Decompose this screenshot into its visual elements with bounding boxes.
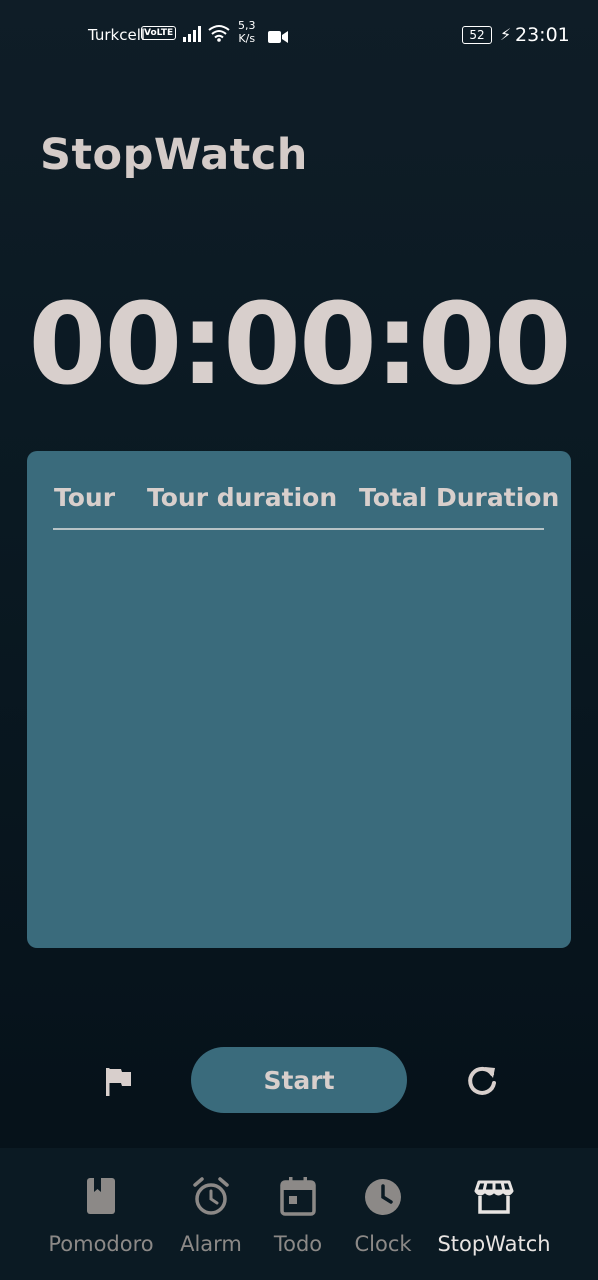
status-bar: Turkcell VoLTE 5,3 K/s 52 ⚡ 23:01 [0,0,598,70]
column-header-tour-duration: Tour duration [147,483,338,512]
clock-time: 23:01 [515,24,570,46]
nav-label-todo: Todo [273,1232,323,1256]
reset-button[interactable] [463,1062,501,1100]
charging-icon: ⚡ [500,25,512,44]
nav-item-alarm[interactable]: Alarm [176,1148,246,1280]
nav-item-todo[interactable]: Todo [266,1148,330,1280]
nav-label-pomodoro: Pomodoro [48,1232,154,1256]
column-header-total-duration: Total Duration [359,483,560,512]
clock-icon [365,1179,401,1215]
bottom-navigation: Pomodoro Alarm Todo Clock StopWatch [0,1148,598,1280]
book-icon [87,1178,115,1214]
store-icon [474,1180,514,1214]
lap-flag-button[interactable] [100,1064,136,1100]
signal-icon [183,26,203,46]
volte-badge: VoLTE [141,26,177,40]
start-button[interactable]: Start [191,1047,407,1113]
header-divider [53,528,544,530]
page-title: StopWatch [40,130,308,180]
speed-unit: K/s [238,32,256,45]
nav-item-clock[interactable]: Clock [350,1148,416,1280]
speed-value: 5,3 [238,19,256,32]
carrier-name: Turkcell [88,26,146,44]
column-header-tour: Tour [54,483,116,512]
nav-label-alarm: Alarm [180,1232,242,1256]
calendar-icon [280,1177,316,1216]
refresh-icon [468,1066,496,1095]
tour-table: Tour Tour duration Total Duration [27,451,571,948]
flag-icon [106,1068,131,1096]
wifi-icon [207,24,231,46]
battery-indicator: 52 [462,26,492,44]
video-camera-icon [268,28,288,47]
nav-label-clock: Clock [354,1232,412,1256]
network-speed: 5,3 K/s [238,19,256,45]
nav-item-pomodoro[interactable]: Pomodoro [42,1148,160,1280]
alarm-clock-icon [193,1177,229,1215]
timer-display: 00:00:00 [28,280,571,410]
nav-item-stopwatch[interactable]: StopWatch [432,1148,556,1280]
nav-label-stopwatch: StopWatch [437,1232,551,1256]
